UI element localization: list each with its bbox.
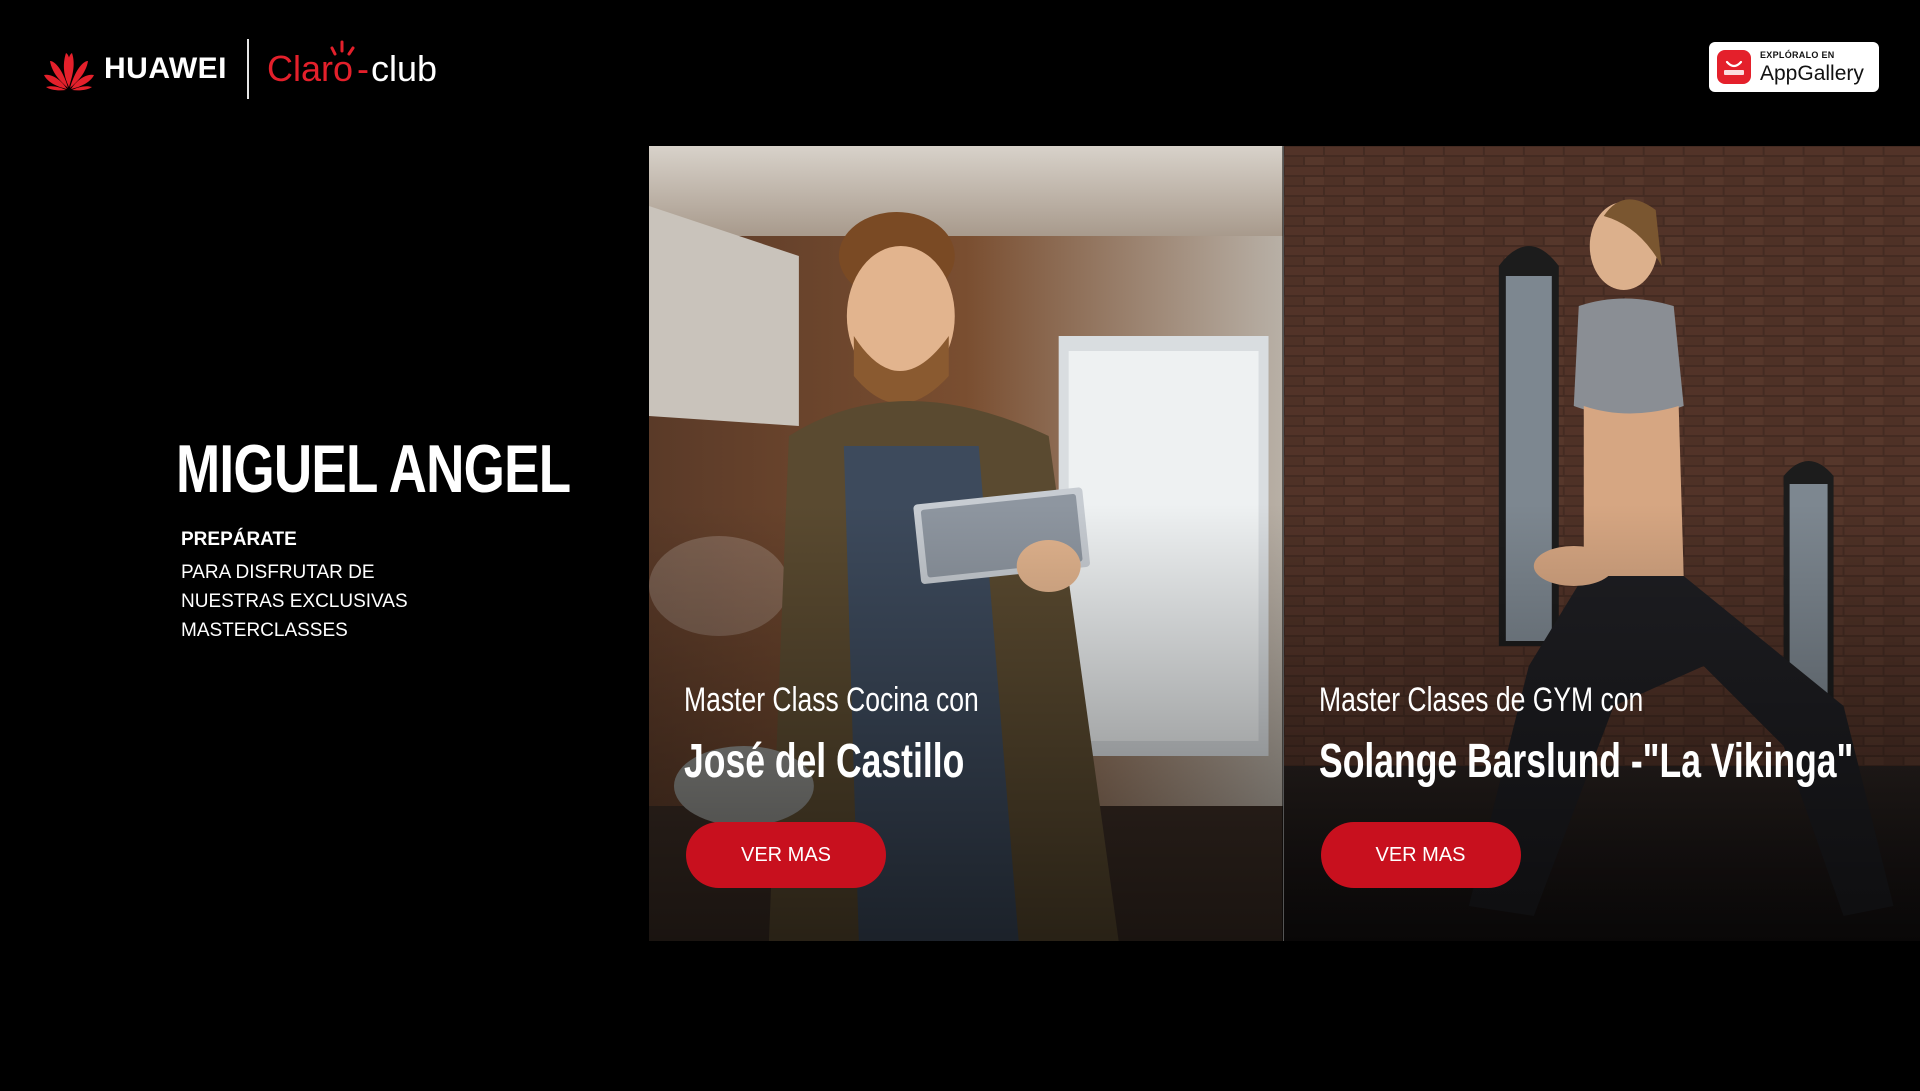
masterclass-card-cooking[interactable]: Master Class Cocina con José del Castill… [649, 146, 1283, 941]
intro-line: PARA DISFRUTAR DE [181, 562, 375, 583]
header: HUAWEI Claro - club EXPLÓRALO EN AppGall [0, 0, 1920, 140]
claro-wordmark: Claro [267, 40, 355, 90]
appgallery-bag-icon [1717, 50, 1751, 84]
card-instructor-name: José del Castillo [684, 735, 965, 788]
intro-line: NUESTRAS EXCLUSIVAS [181, 591, 408, 612]
masterclass-card-gym[interactable]: Master Clases de GYM con Solange Barslun… [1282, 146, 1920, 941]
brand-logos[interactable]: HUAWEI Claro - club [42, 38, 437, 100]
intro-description: PARA DISFRUTAR DE NUESTRAS EXCLUSIVAS MA… [181, 558, 408, 645]
card-subtitle: Master Clases de GYM con [1318, 681, 1643, 719]
appgallery-badge[interactable]: EXPLÓRALO EN AppGallery [1709, 42, 1879, 92]
huawei-wordmark: HUAWEI [104, 52, 227, 85]
claro-sun-icon [330, 40, 355, 56]
ver-mas-button[interactable]: VER MAS [1320, 822, 1521, 888]
brand-divider [247, 39, 249, 99]
brand-dash: - [357, 48, 370, 89]
card-instructor-name: Solange Barslund -"La Vikinga" [1318, 735, 1853, 788]
appgallery-label: AppGallery [1760, 61, 1864, 85]
masterclass-cards: Master Class Cocina con José del Castill… [649, 146, 1920, 941]
appgallery-small-label: EXPLÓRALO EN [1760, 49, 1835, 60]
club-wordmark: club [371, 48, 438, 89]
intro-line: MASTERCLASSES [181, 620, 348, 641]
card-subtitle: Master Class Cocina con [684, 681, 979, 719]
ver-mas-button[interactable]: VER MAS [686, 822, 886, 888]
intro-lead: PREPÁRATE [181, 529, 297, 550]
huawei-flower-icon [44, 53, 94, 91]
intro-title: MIGUEL ANGEL [176, 431, 571, 507]
